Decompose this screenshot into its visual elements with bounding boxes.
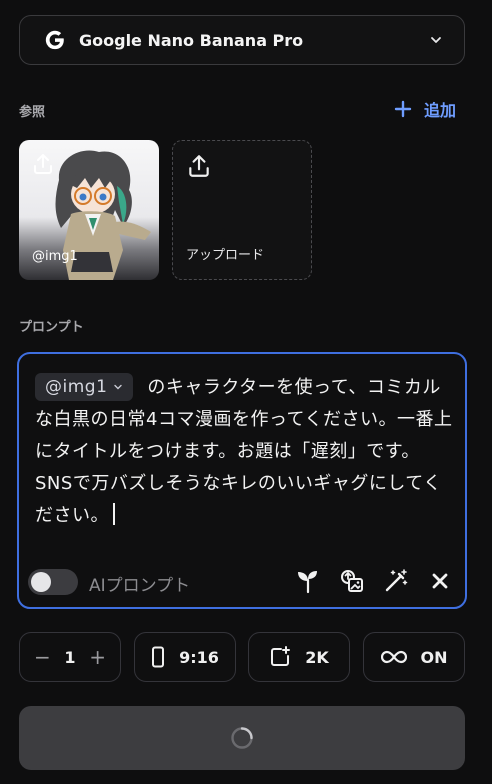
reference-image-thumbnail[interactable]: @img1 [19, 140, 159, 280]
upload-icon [34, 154, 52, 174]
sprout-icon[interactable] [295, 568, 321, 594]
image-swap-icon[interactable] [339, 568, 365, 594]
toggle-knob [31, 572, 51, 592]
count-value: 1 [64, 647, 76, 667]
text-cursor [113, 503, 115, 525]
plus-icon [394, 100, 412, 118]
reference-image-tag: @img1 [32, 249, 78, 264]
loop-value: ON [420, 647, 448, 667]
decrement-button[interactable]: − [34, 645, 51, 669]
mention-label: @img1 [45, 377, 108, 397]
infinity-icon [380, 650, 407, 664]
add-reference-button[interactable]: 追加 [394, 96, 456, 122]
add-reference-label: 追加 [424, 101, 457, 120]
resolution-icon [271, 646, 291, 666]
upload-reference-button[interactable]: アップロード [172, 140, 312, 280]
resolution-value: 2K [305, 647, 329, 667]
aspect-ratio-button[interactable]: 9:16 [134, 632, 236, 682]
increment-button[interactable]: + [89, 645, 106, 669]
prompt-input[interactable]: @img1 のキャラクターを使って、コミカルな白黒の日常4コマ漫画を作ってください… [17, 352, 467, 609]
aspect-ratio-value: 9:16 [179, 647, 219, 667]
model-selector[interactable]: Google Nano Banana Pro [19, 15, 465, 65]
chevron-down-icon [114, 384, 123, 390]
prompt-textarea[interactable]: @img1 のキャラクターを使って、コミカルな白黒の日常4コマ漫画を作ってください… [35, 372, 455, 532]
chevron-down-icon [431, 37, 441, 43]
resolution-button[interactable]: 2K [248, 632, 350, 682]
clear-icon[interactable] [427, 568, 453, 594]
ai-prompt-toggle[interactable] [28, 569, 78, 595]
image-count-stepper[interactable]: − 1 + [19, 632, 121, 682]
generate-button[interactable] [19, 706, 465, 770]
loop-toggle-button[interactable]: ON [363, 632, 465, 682]
upload-icon [189, 155, 209, 177]
model-name: Google Nano Banana Pro [79, 30, 304, 50]
ai-prompt-label: AIプロンプト [89, 576, 191, 596]
magic-wand-icon[interactable] [383, 568, 409, 594]
google-g-icon [45, 30, 64, 50]
upload-label: アップロード [186, 248, 265, 263]
loading-spinner-icon [231, 727, 253, 749]
portrait-frame-icon [152, 646, 165, 668]
prompt-section-label: プロンプト [19, 320, 84, 335]
image-mention-chip[interactable]: @img1 [35, 373, 134, 401]
reference-section-label: 参照 [19, 105, 46, 120]
